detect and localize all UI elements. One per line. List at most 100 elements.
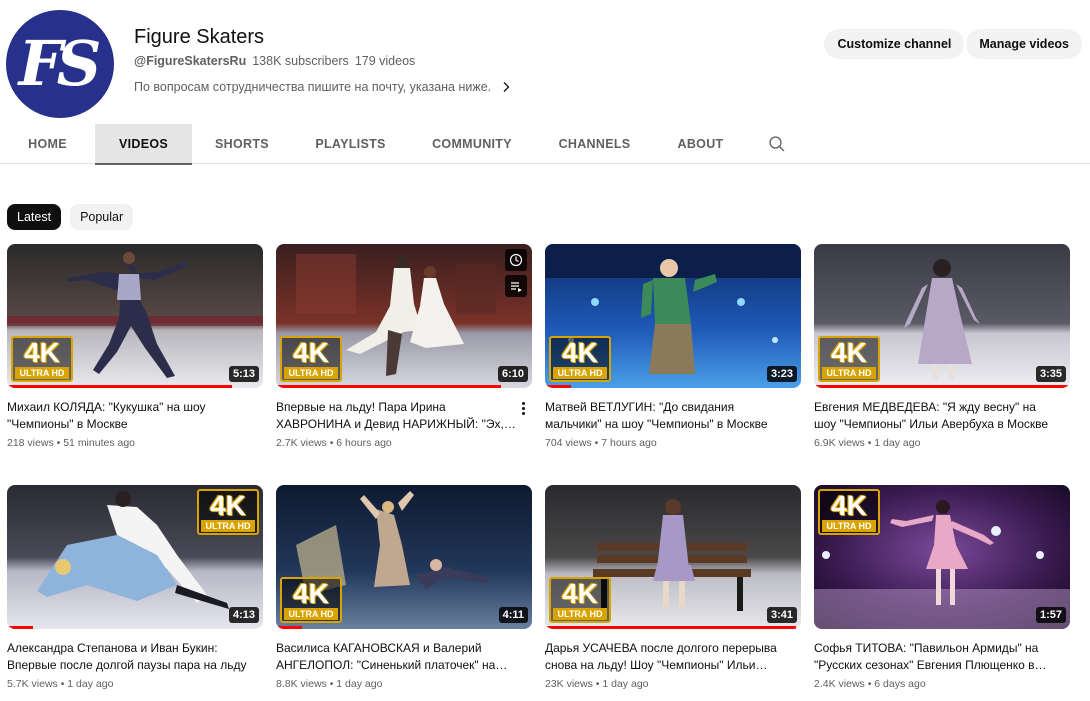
video-title[interactable]: Матвей ВЕТЛУГИН: "До свидания мальчики" …: [545, 399, 785, 433]
video-duration: 1:57: [1035, 607, 1066, 623]
video-age: 6 days ago: [874, 678, 926, 690]
video-thumbnail[interactable]: 4K ULTRA HD 5:13: [7, 244, 263, 388]
4k-ultra-hd-badge: 4K ULTRA HD: [818, 489, 880, 535]
video-age: 51 minutes ago: [63, 437, 136, 449]
4k-ultra-hd-badge: 4K ULTRA HD: [549, 336, 611, 382]
manage-videos-button[interactable]: Manage videos: [966, 29, 1082, 59]
video-card[interactable]: 4K ULTRA HD 3:41 Дарья УСАЧЕВА после дол…: [545, 485, 801, 695]
video-meta: 704 views • 7 hours ago: [545, 437, 657, 449]
video-meta: 218 views • 51 minutes ago: [7, 437, 136, 449]
tab-videos[interactable]: VIDEOS: [95, 124, 192, 165]
video-meta: 6.9K views • 1 day ago: [814, 437, 921, 449]
video-card[interactable]: 4K ULTRA HD 6:10 Впервые на льду! Пара И…: [276, 244, 532, 454]
watch-progress-bar: [276, 385, 502, 388]
channel-tabs: HOME VIDEOS SHORTS PLAYLISTS COMMUNITY C…: [0, 124, 1090, 165]
video-age: 1 day ago: [67, 678, 114, 690]
watch-progress-bar: [814, 385, 1070, 388]
video-duration: 3:35: [1035, 366, 1066, 382]
avatar-logo-text: FS: [18, 27, 102, 100]
badge-uhd-text: ULTRA HD: [553, 367, 607, 379]
video-thumbnail[interactable]: 4K ULTRA HD 1:57: [814, 485, 1070, 629]
clock-icon: [509, 253, 523, 267]
video-meta: 23K views • 1 day ago: [545, 678, 649, 690]
more-options-icon[interactable]: [516, 399, 530, 417]
video-card[interactable]: 4K ULTRA HD 3:23 Матвей ВЕТЛУГИН: "До св…: [545, 244, 801, 454]
badge-uhd-text: ULTRA HD: [284, 367, 338, 379]
chip-popular[interactable]: Popular: [70, 204, 134, 230]
video-title[interactable]: Софья ТИТОВА: "Павильон Армиды" на "Русс…: [814, 640, 1054, 674]
badge-4k-text: 4K: [831, 490, 867, 521]
video-thumbnail[interactable]: 4K ULTRA HD 3:23: [545, 244, 801, 388]
sort-chips: Latest Popular: [7, 204, 134, 230]
video-thumbnail[interactable]: 4K ULTRA HD 6:10: [276, 244, 532, 388]
watch-later-button[interactable]: [505, 249, 527, 271]
subscriber-count: 138K subscribers: [252, 54, 349, 68]
video-duration: 5:13: [228, 366, 259, 382]
watch-progress-bar: [545, 385, 571, 388]
tab-playlists[interactable]: PLAYLISTS: [292, 124, 409, 164]
video-title[interactable]: Впервые на льду! Пара Ирина ХАВРОНИНА и …: [276, 399, 516, 433]
badge-uhd-text: ULTRA HD: [284, 608, 338, 620]
video-thumbnail[interactable]: 4K ULTRA HD 4:13: [7, 485, 263, 629]
video-views: 8.8K views: [276, 678, 327, 690]
badge-4k-text: 4K: [831, 337, 867, 368]
video-title[interactable]: Василиса КАГАНОВСКАЯ и Валерий АНГЕЛОПОЛ…: [276, 640, 516, 674]
video-duration: 4:11: [498, 607, 528, 623]
search-icon: [769, 136, 785, 152]
video-card[interactable]: 4K ULTRA HD 5:13 Михаил КОЛЯДА: "Кукушка…: [7, 244, 263, 454]
4k-ultra-hd-badge: 4K ULTRA HD: [11, 336, 73, 382]
badge-4k-text: 4K: [293, 337, 329, 368]
tab-home[interactable]: HOME: [0, 124, 95, 164]
tab-community[interactable]: COMMUNITY: [409, 124, 535, 164]
badge-4k-text: 4K: [562, 337, 598, 368]
4k-ultra-hd-badge: 4K ULTRA HD: [549, 577, 611, 623]
video-card[interactable]: 4K ULTRA HD 1:57 Софья ТИТОВА: "Павильон…: [814, 485, 1070, 695]
channel-description[interactable]: По вопросам сотрудничества пишите на поч…: [134, 80, 512, 94]
video-thumbnail[interactable]: 4K ULTRA HD 3:41: [545, 485, 801, 629]
tab-channels[interactable]: CHANNELS: [535, 124, 654, 164]
customize-channel-button[interactable]: Customize channel: [824, 29, 965, 59]
video-duration: 6:10: [497, 366, 528, 382]
video-meta: 2.7K views • 6 hours ago: [276, 437, 392, 449]
video-thumbnail[interactable]: 4K ULTRA HD 4:11: [276, 485, 532, 629]
badge-uhd-text: ULTRA HD: [822, 520, 876, 532]
video-age: 1 day ago: [602, 678, 649, 690]
video-card[interactable]: 4K ULTRA HD 3:35 Евгения МЕДВЕДЕВА: "Я ж…: [814, 244, 1070, 454]
chip-latest[interactable]: Latest: [7, 204, 62, 230]
video-title[interactable]: Евгения МЕДВЕДЕВА: "Я жду весну" на шоу …: [814, 399, 1054, 433]
video-views: 6.9K views: [814, 437, 865, 449]
badge-4k-text: 4K: [210, 490, 246, 521]
video-duration: 4:13: [228, 607, 259, 623]
watch-progress-bar: [7, 385, 233, 388]
video-views: 2.7K views: [276, 437, 327, 449]
video-age: 6 hours ago: [336, 437, 392, 449]
channel-avatar[interactable]: FS: [6, 10, 114, 118]
4k-ultra-hd-badge: 4K ULTRA HD: [280, 336, 342, 382]
chevron-right-icon: [503, 82, 510, 92]
video-title[interactable]: Александра Степанова и Иван Букин: Вперв…: [7, 640, 247, 674]
video-title[interactable]: Михаил КОЛЯДА: "Кукушка" на шоу "Чемпион…: [7, 399, 247, 433]
video-duration: 3:41: [766, 607, 797, 623]
badge-uhd-text: ULTRA HD: [553, 608, 607, 620]
add-to-queue-button[interactable]: [505, 275, 527, 297]
channel-header: FS Figure Skaters @FigureSkatersRu 138K …: [0, 0, 1090, 124]
video-age: 1 day ago: [336, 678, 383, 690]
video-views: 2.4K views: [814, 678, 865, 690]
video-thumbnail[interactable]: 4K ULTRA HD 3:35: [814, 244, 1070, 388]
watch-progress-bar: [276, 626, 302, 629]
video-count: 179 videos: [354, 54, 416, 68]
video-meta: 2.4K views • 6 days ago: [814, 678, 926, 690]
4k-ultra-hd-badge: 4K ULTRA HD: [818, 336, 880, 382]
tab-search[interactable]: [747, 124, 807, 164]
video-card[interactable]: 4K ULTRA HD 4:11 Василиса КАГАНОВСКАЯ и …: [276, 485, 532, 695]
badge-4k-text: 4K: [24, 337, 60, 368]
channel-meta: @FigureSkatersRu 138K subscribers 179 vi…: [134, 54, 415, 68]
video-card[interactable]: 4K ULTRA HD 4:13 Александра Степанова и …: [7, 485, 263, 695]
channel-handle: @FigureSkatersRu: [134, 54, 247, 68]
watch-progress-bar: [7, 626, 33, 629]
4k-ultra-hd-badge: 4K ULTRA HD: [280, 577, 342, 623]
video-title[interactable]: Дарья УСАЧЕВА после долгого перерыва сно…: [545, 640, 785, 674]
tab-about[interactable]: ABOUT: [654, 124, 747, 164]
tab-shorts[interactable]: SHORTS: [192, 124, 292, 164]
queue-icon: [511, 282, 522, 292]
